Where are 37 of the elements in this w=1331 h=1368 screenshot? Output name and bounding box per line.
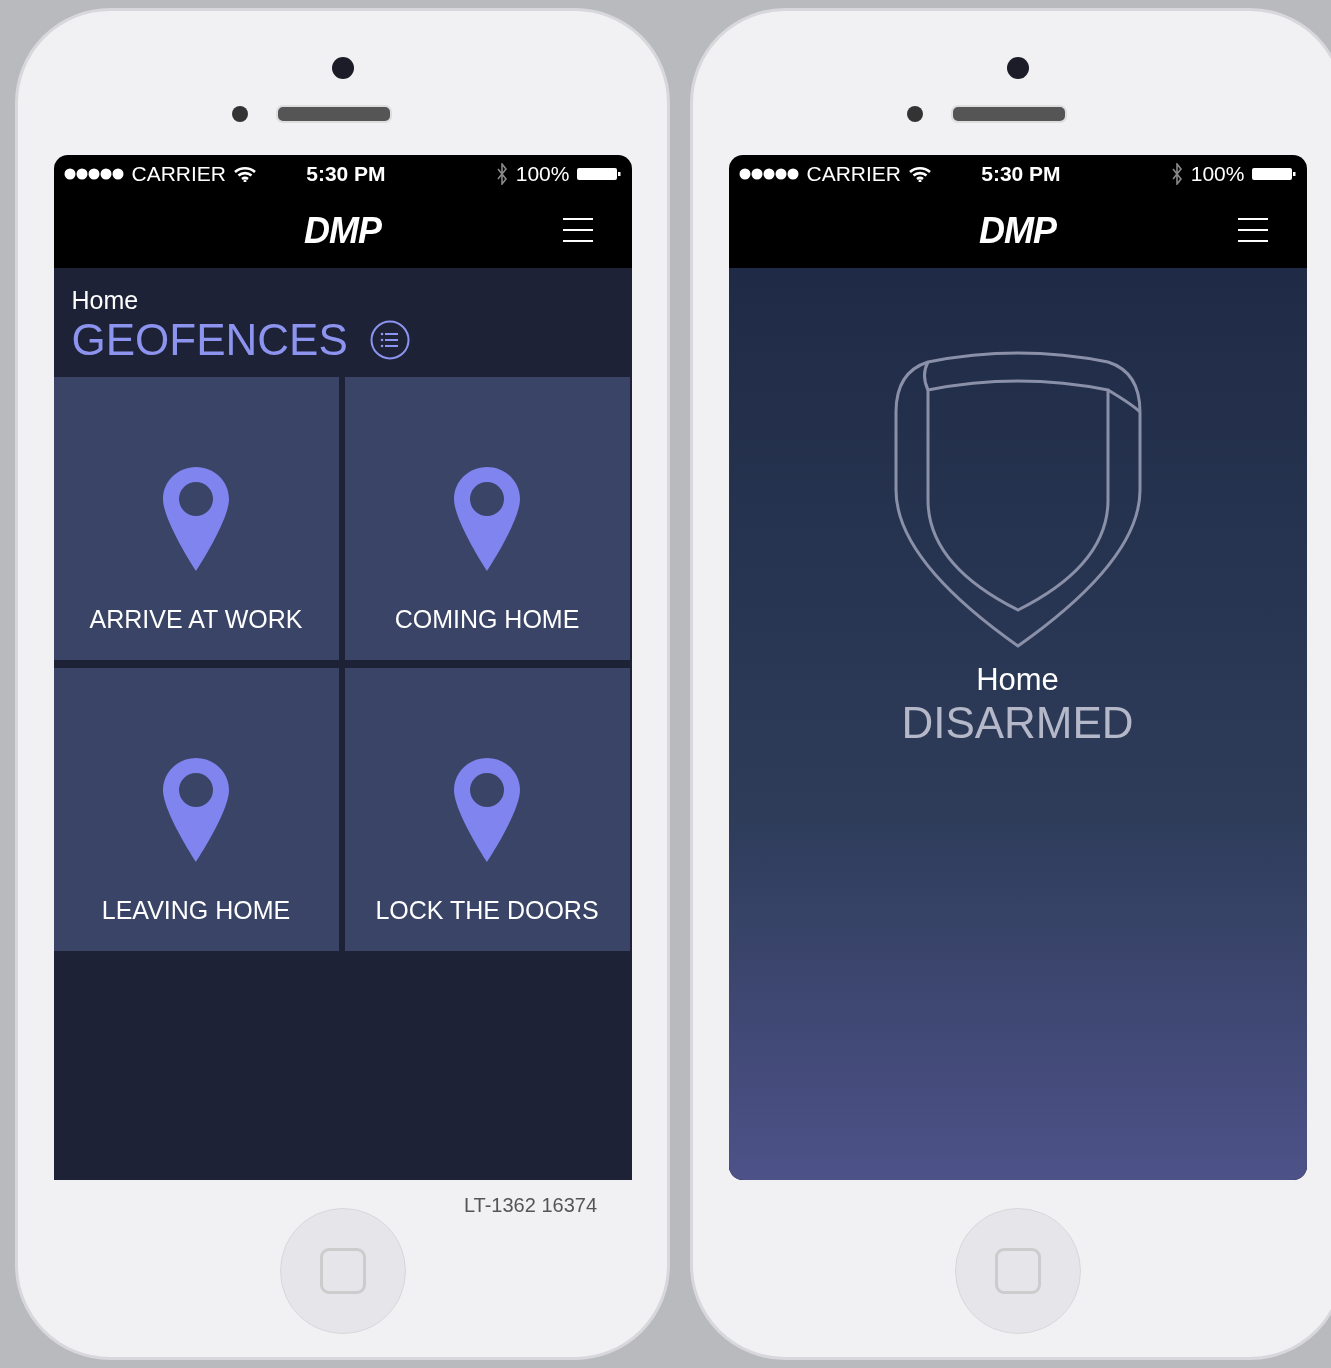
location-pin-icon xyxy=(163,758,229,862)
system-name: Home xyxy=(71,286,140,315)
bluetooth-icon xyxy=(495,163,508,185)
location-pin-icon xyxy=(454,758,520,862)
system-name: Home xyxy=(976,662,1059,698)
clock-time: 5:30 PM xyxy=(981,162,1061,186)
page-title: GEOFENCES xyxy=(71,315,348,365)
camera-lens xyxy=(331,57,354,79)
battery-percent: 100% xyxy=(515,162,570,186)
logo: DMP xyxy=(979,209,1056,252)
shield-icon xyxy=(892,350,1143,650)
location-pin-icon xyxy=(163,467,229,571)
wifi-icon xyxy=(234,166,256,182)
part-number: LT-1362 16374 xyxy=(463,1193,597,1217)
carrier-name: CARRIER xyxy=(131,162,226,186)
wifi-icon xyxy=(909,166,931,182)
carrier-name: CARRIER xyxy=(806,162,901,186)
camera-lens xyxy=(1006,57,1029,79)
geofence-tile[interactable]: LEAVING HOME xyxy=(53,668,339,951)
sensor-dot xyxy=(231,106,248,122)
menu-icon[interactable] xyxy=(561,217,594,243)
signal-dots-icon xyxy=(738,168,799,180)
logo: DMP xyxy=(304,209,381,252)
battery-icon xyxy=(1252,167,1297,181)
geofence-tile[interactable]: LOCK THE DOORS xyxy=(344,668,630,951)
battery-icon xyxy=(577,167,622,181)
sensor-dot xyxy=(906,106,923,122)
arm-status: DISARMED xyxy=(901,698,1134,748)
clock-time: 5:30 PM xyxy=(306,162,386,186)
geofence-tile[interactable]: COMING HOME xyxy=(344,377,630,660)
list-icon[interactable] xyxy=(369,320,410,360)
battery-percent: 100% xyxy=(1190,162,1245,186)
location-pin-icon xyxy=(454,467,520,571)
geofence-tile[interactable]: ARRIVE AT WORK xyxy=(53,377,339,660)
bluetooth-icon xyxy=(1170,163,1183,185)
signal-dots-icon xyxy=(63,168,124,180)
menu-icon[interactable] xyxy=(1236,217,1269,243)
